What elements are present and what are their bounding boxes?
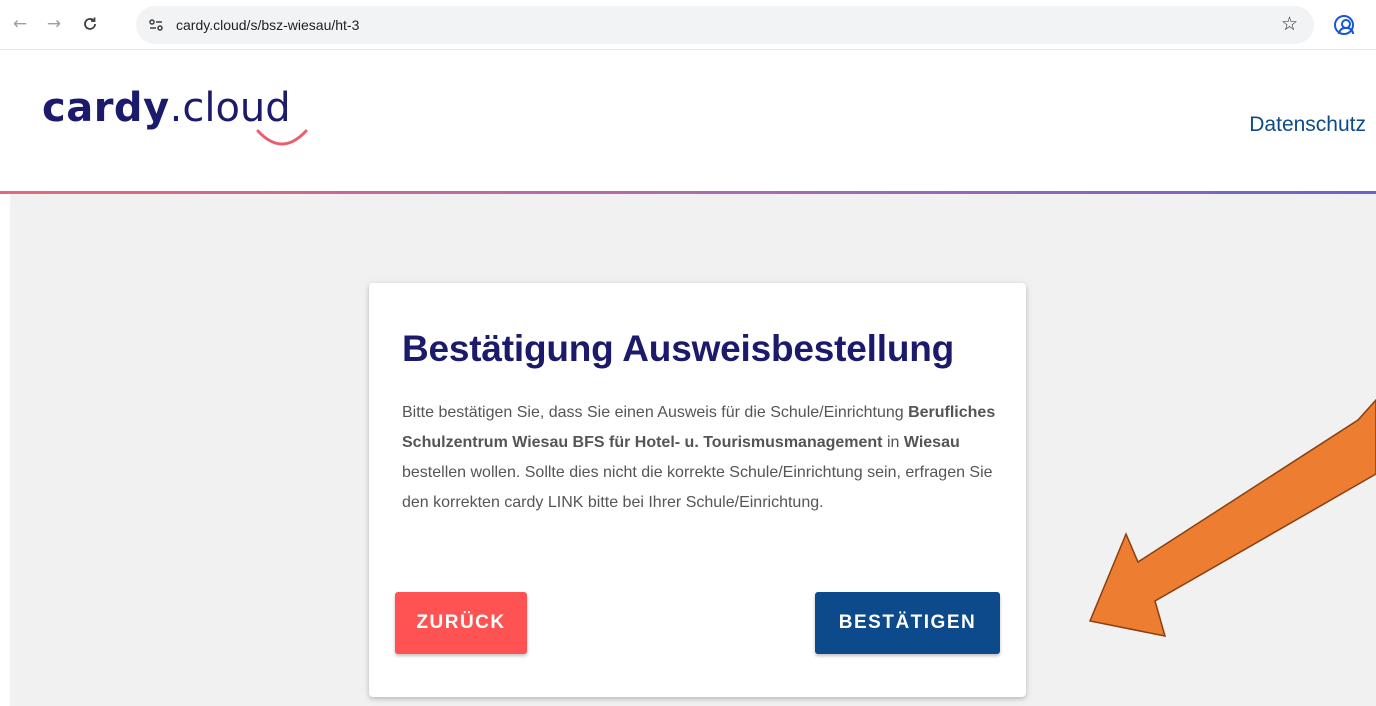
address-bar[interactable]: cardy.cloud/s/bsz-wiesau/ht-3 ☆: [136, 6, 1314, 44]
datenschutz-link[interactable]: Datenschutz: [1249, 113, 1366, 137]
cardy-logo[interactable]: cardy.cloud: [42, 85, 308, 155]
description-text-3: bestellen wollen. Sollte dies nicht die …: [402, 464, 993, 511]
profile-icon[interactable]: [1334, 15, 1354, 35]
forward-arrow-icon[interactable]: →: [42, 12, 66, 36]
logo-bold-text: cardy: [42, 85, 170, 131]
annotation-arrow-icon: [1088, 398, 1376, 637]
site-settings-icon[interactable]: [148, 17, 164, 33]
description-text-1: Bitte bestätigen Sie, dass Sie einen Aus…: [402, 404, 909, 421]
browser-toolbar: ← → cardy.cloud/s/bsz-wiesau/ht-3 ☆: [0, 0, 1376, 50]
logo-light-text: .cloud: [169, 85, 291, 131]
card-description: Bitte bestätigen Sie, dass Sie einen Aus…: [402, 398, 1002, 518]
description-text-2: in: [882, 434, 904, 451]
confirmation-card: Bestätigung Ausweisbestellung Bitte best…: [369, 283, 1026, 697]
confirm-button[interactable]: BESTÄTIGEN: [815, 592, 1000, 654]
star-icon[interactable]: ☆: [1281, 13, 1298, 35]
site-header: cardy.cloud Datenschutz: [0, 51, 1376, 191]
back-button[interactable]: ZURÜCK: [395, 592, 527, 654]
logo-smile-icon: [256, 129, 308, 146]
card-title: Bestätigung Ausweisbestellung: [402, 328, 955, 369]
reload-icon[interactable]: [78, 12, 102, 36]
city-name: Wiesau: [903, 434, 960, 451]
back-arrow-icon[interactable]: ←: [8, 12, 32, 36]
url-text[interactable]: cardy.cloud/s/bsz-wiesau/ht-3: [176, 17, 359, 33]
